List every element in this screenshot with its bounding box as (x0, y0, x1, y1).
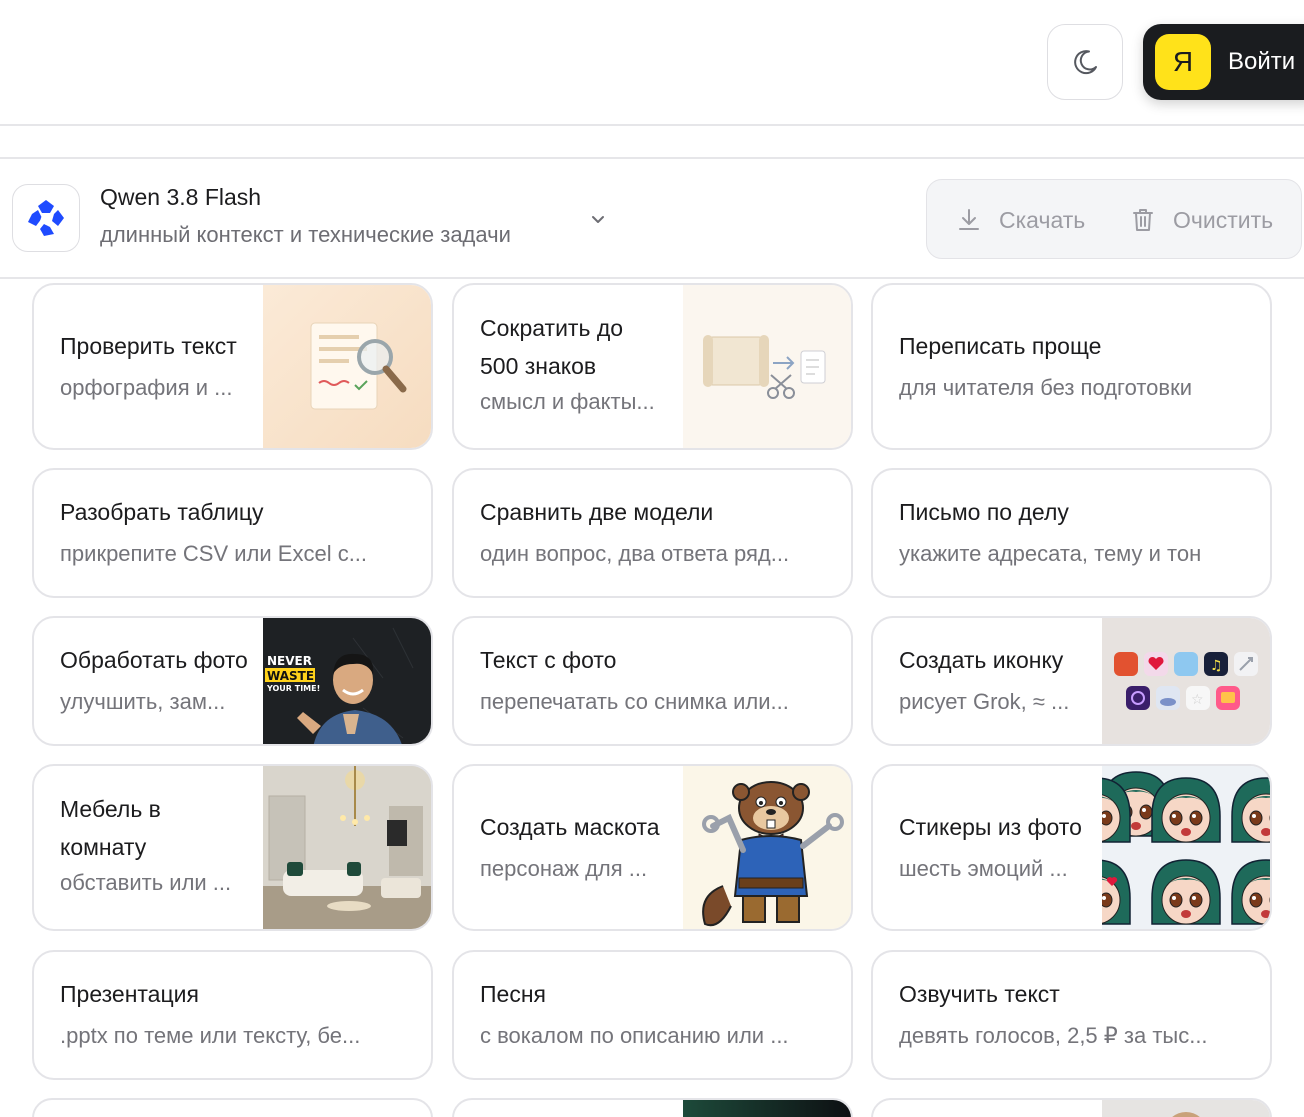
card-partial[interactable] (871, 1098, 1272, 1117)
card-title: Проверить текст (60, 333, 237, 359)
card-title: Сравнить две модели (480, 499, 714, 525)
card-business-letter[interactable]: Письмо по делу укажите адресата, тему и … (871, 468, 1272, 598)
card-subtitle: шесть эмоций ... (899, 856, 1068, 881)
card-voice-text[interactable]: Озвучить текст девять голосов, 2,5 ₽ за … (871, 950, 1272, 1080)
card-create-mascot[interactable]: Создать маскота персонаж для ... (452, 764, 853, 931)
clear-button[interactable]: Очистить (1131, 180, 1273, 260)
app-icons-thumbnail: ♫ ☆ (1102, 618, 1270, 744)
login-label: Войти (1228, 48, 1296, 75)
interior-room-thumbnail (263, 766, 431, 929)
card-rewrite-simpler[interactable]: Переписать проще для читателя без подгот… (871, 283, 1272, 450)
card-song[interactable]: Песня с вокалом по описанию или ... (452, 950, 853, 1080)
thumb-text-waste: WASTE (267, 669, 314, 683)
card-subtitle: один вопрос, два ответа ряд... (480, 541, 790, 566)
card-subtitle: обставить или ... (60, 870, 232, 895)
card-edit-photo[interactable]: Обработать фото улучшить, зам... NEVER W… (32, 616, 433, 746)
card-create-icon[interactable]: Создать иконку рисует Grok, ≈ ... ♫ ☆ (871, 616, 1272, 746)
card-subtitle: .pptx по теме или тексту, бе... (60, 1023, 361, 1048)
card-subtitle: смысл и факты... (480, 389, 655, 414)
card-subtitle: с вокалом по описанию или ... (480, 1023, 789, 1048)
card-compare-models[interactable]: Сравнить две модели один вопрос, два отв… (452, 468, 853, 598)
card-subtitle: рисует Grok, ≈ ... (899, 689, 1070, 714)
card-title: Текст с фото (480, 647, 617, 673)
card-title: Обработать фото (60, 647, 248, 673)
moon-icon (1074, 50, 1097, 75)
portrait-thumbnail (1102, 1100, 1270, 1117)
card-parse-table[interactable]: Разобрать таблицу прикрепите CSV или Exc… (32, 468, 433, 598)
model-description: длинный контекст и технические задачи (100, 222, 511, 247)
card-stickers-from-photo[interactable]: Стикеры из фото шесть эмоций ... (871, 764, 1272, 931)
card-title: Переписать проще (899, 333, 1102, 359)
svg-text:☆: ☆ (1191, 692, 1204, 708)
thumb-text-never: NEVER (267, 654, 312, 668)
card-furniture-room[interactable]: Мебель в комнату обставить или ... (32, 764, 433, 931)
card-partial[interactable] (32, 1098, 433, 1117)
clear-label: Очистить (1173, 206, 1274, 233)
card-partial[interactable] (452, 1098, 853, 1117)
yandex-badge-icon: Я (1155, 34, 1211, 90)
top-bar: Я Войти (0, 0, 1304, 126)
thumb-text-time: YOUR TIME! (266, 684, 320, 693)
card-title: Стикеры из фото (899, 814, 1082, 840)
model-name[interactable]: Qwen 3.8 Flash (100, 184, 261, 211)
anime-stickers-thumbnail (1102, 766, 1270, 929)
svg-text:♫: ♫ (1210, 658, 1223, 674)
dark-thumbnail (683, 1100, 851, 1117)
scroll-scissors-thumbnail (683, 285, 851, 448)
card-subtitle: улучшить, зам... (60, 689, 226, 714)
download-icon (959, 209, 979, 230)
card-subtitle: прикрепите CSV или Excel с... (60, 541, 368, 566)
card-title: Письмо по делу (899, 499, 1069, 525)
card-subtitle: персонаж для ... (480, 856, 648, 881)
card-title: Сократить до 500 знаков (480, 315, 624, 379)
card-title: Создать иконку (899, 647, 1064, 673)
card-title: Озвучить текст (899, 981, 1060, 1007)
card-shorten[interactable]: Сократить до 500 знаков смысл и факты... (452, 283, 853, 450)
chat-actions: Скачать Очистить (926, 179, 1302, 259)
login-button[interactable]: Я Войти (1143, 24, 1304, 100)
card-subtitle: перепечатать со снимка или... (480, 689, 789, 714)
card-subtitle: для читателя без подготовки (899, 375, 1192, 400)
photo-person-thumbnail: NEVER WASTE YOUR TIME! (263, 618, 431, 744)
card-title: Разобрать таблицу (60, 499, 264, 525)
trash-icon (1133, 209, 1153, 231)
qwen-logo-icon (12, 184, 80, 252)
card-title: Песня (480, 981, 546, 1007)
document-magnifier-thumbnail (263, 285, 431, 448)
model-row: Qwen 3.8 Flash длинный контекст и технич… (0, 159, 1304, 279)
card-title: Презентация (60, 981, 199, 1007)
card-title: Мебель в комнату (60, 796, 161, 860)
card-presentation[interactable]: Презентация .pptx по теме или тексту, бе… (32, 950, 433, 1080)
download-button[interactable]: Скачать (957, 180, 1085, 260)
card-title: Создать маскота (480, 814, 660, 840)
download-label: Скачать (999, 206, 1086, 233)
beaver-mascot-thumbnail (683, 766, 851, 929)
card-subtitle: укажите адресата, тему и тон (899, 541, 1202, 566)
card-check-text[interactable]: Проверить текст орфография и ... (32, 283, 433, 450)
card-subtitle: девять голосов, 2,5 ₽ за тыс... (899, 1023, 1208, 1048)
theme-toggle-button[interactable] (1047, 24, 1123, 100)
card-subtitle: орфография и ... (60, 375, 233, 400)
card-text-from-photo[interactable]: Текст с фото перепечатать со снимка или.… (452, 616, 853, 746)
chevron-down-icon[interactable] (588, 209, 608, 229)
